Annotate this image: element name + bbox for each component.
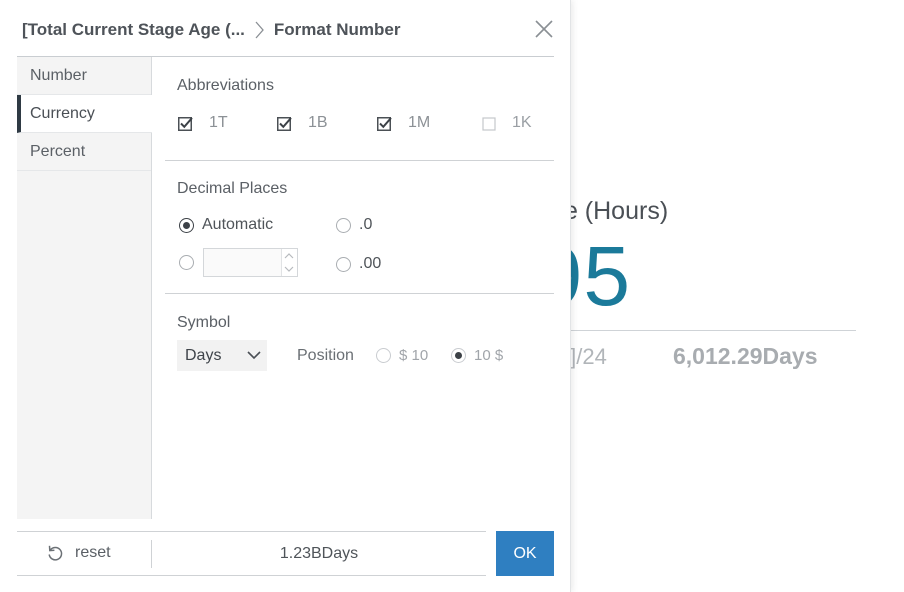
abbr-label: 1K bbox=[512, 114, 532, 131]
decimal-custom-radio[interactable] bbox=[179, 255, 202, 270]
radio-unselected-icon bbox=[179, 255, 194, 270]
breadcrumb: [Total Current Stage Age (... Format Num… bbox=[22, 20, 400, 40]
radio-label: 10 $ bbox=[474, 347, 504, 364]
checkbox-checked-icon bbox=[377, 116, 392, 131]
reset-icon bbox=[48, 545, 63, 561]
widget-total: 6,012.29Days bbox=[673, 343, 818, 369]
abbr-1k-checkbox[interactable]: 1K bbox=[482, 114, 532, 132]
symbol-heading: Symbol bbox=[177, 314, 231, 331]
symbol-select[interactable]: Days bbox=[177, 340, 267, 371]
tab-currency[interactable]: Currency bbox=[17, 95, 152, 133]
footer-divider bbox=[17, 575, 486, 576]
radio-unselected-icon bbox=[336, 217, 351, 233]
section-divider bbox=[165, 293, 554, 294]
ok-button[interactable]: OK bbox=[496, 531, 554, 576]
tab-number[interactable]: Number bbox=[17, 57, 151, 95]
breadcrumb-parent[interactable]: [Total Current Stage Age (... bbox=[22, 20, 245, 40]
radio-label: .0 bbox=[359, 216, 373, 233]
abbr-1t-checkbox[interactable]: 1T bbox=[178, 114, 228, 132]
radio-selected-icon bbox=[179, 217, 194, 233]
format-number-dialog: [Total Current Stage Age (... Format Num… bbox=[0, 0, 571, 592]
decimal-one-radio[interactable]: .0 bbox=[336, 216, 372, 234]
section-divider bbox=[165, 160, 554, 161]
abbr-label: 1M bbox=[408, 114, 431, 131]
checkbox-unchecked-icon bbox=[482, 116, 496, 131]
chevron-down-icon bbox=[247, 351, 261, 360]
position-after-radio[interactable]: 10 $ bbox=[451, 347, 503, 364]
checkbox-checked-icon bbox=[277, 116, 292, 131]
widget-divider bbox=[540, 330, 856, 331]
reset-button[interactable]: reset bbox=[46, 544, 111, 562]
format-type-tabs: Number Currency Percent bbox=[17, 57, 152, 519]
position-before-radio[interactable]: $ 10 bbox=[376, 347, 428, 364]
reset-label: reset bbox=[75, 544, 111, 561]
decimal-places-heading: Decimal Places bbox=[177, 180, 288, 197]
tab-label: Number bbox=[30, 67, 87, 84]
radio-label: Automatic bbox=[202, 216, 274, 233]
tab-percent[interactable]: Percent bbox=[17, 133, 151, 171]
chevron-right-icon bbox=[255, 21, 264, 39]
radio-label: $ 10 bbox=[399, 347, 429, 364]
symbol-selected-value: Days bbox=[185, 347, 222, 364]
checkbox-checked-icon bbox=[178, 116, 193, 131]
abbr-label: 1T bbox=[209, 114, 228, 131]
abbr-1m-checkbox[interactable]: 1M bbox=[377, 114, 430, 132]
breadcrumb-current: Format Number bbox=[273, 20, 401, 39]
tab-label: Percent bbox=[30, 143, 86, 160]
abbr-1b-checkbox[interactable]: 1B bbox=[277, 114, 328, 132]
decimal-automatic-radio[interactable]: Automatic bbox=[179, 216, 273, 234]
abbreviations-heading: Abbreviations bbox=[177, 77, 274, 94]
stepper-arrows-icon[interactable] bbox=[281, 249, 297, 276]
footer-divider bbox=[17, 531, 486, 532]
radio-unselected-icon bbox=[336, 256, 351, 272]
tab-label: Currency bbox=[30, 105, 95, 122]
decimal-two-radio[interactable]: .00 bbox=[336, 255, 381, 273]
radio-selected-icon bbox=[451, 348, 466, 363]
dialog-header: [Total Current Stage Age (... Format Num… bbox=[0, 0, 571, 57]
abbr-label: 1B bbox=[308, 114, 328, 131]
radio-label: .00 bbox=[359, 255, 382, 272]
decimal-custom-stepper bbox=[203, 248, 298, 277]
close-icon[interactable] bbox=[533, 18, 555, 40]
decimal-custom-input[interactable] bbox=[204, 249, 282, 276]
format-preview: 1.23BDays bbox=[279, 545, 359, 562]
position-label: Position bbox=[297, 347, 354, 364]
radio-unselected-icon bbox=[376, 348, 391, 363]
